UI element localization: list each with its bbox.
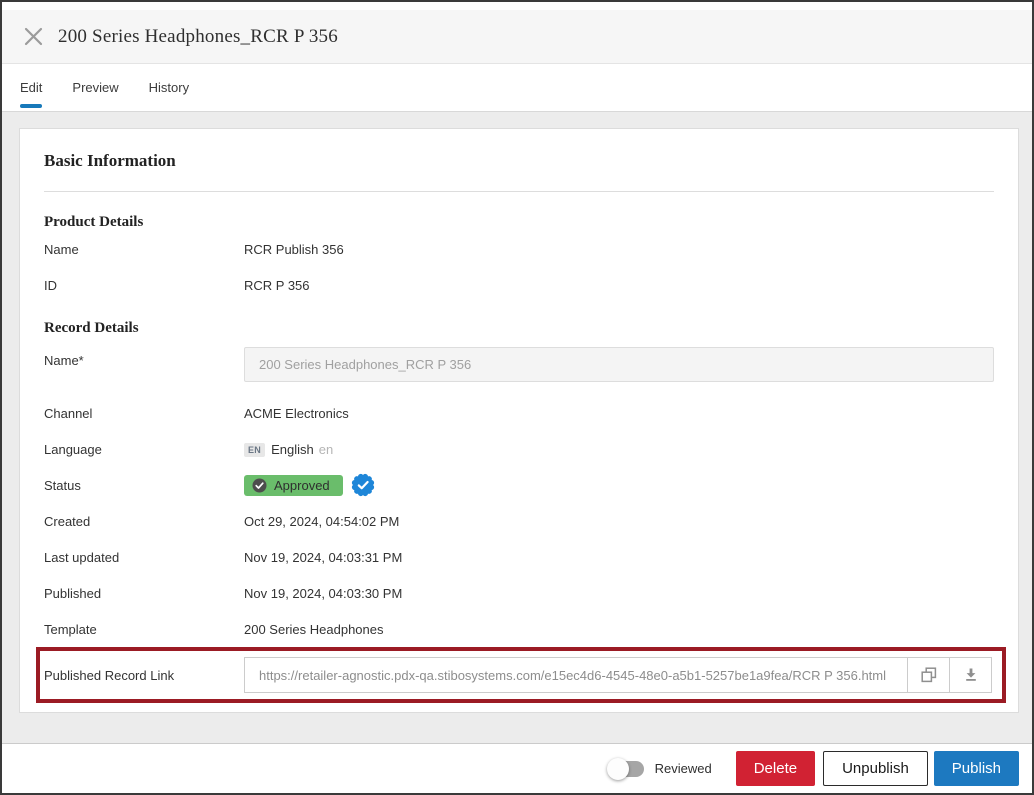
row-template: Template 200 Series Headphones [44,611,994,647]
window-top-strip [2,2,1032,10]
row-product-name: Name RCR Publish 356 [44,231,994,267]
field-value: Nov 19, 2024, 04:03:31 PM [244,550,402,565]
published-link-input[interactable] [245,658,907,692]
check-circle-icon [252,478,267,493]
publish-button[interactable]: Publish [934,751,1019,786]
language-flag-badge: EN [244,443,265,457]
tab-preview[interactable]: Preview [72,64,118,111]
status-text: Approved [274,478,330,493]
tab-edit[interactable]: Edit [20,64,42,111]
language-value: EN English en [244,442,333,457]
field-label: Created [44,514,244,529]
field-label: Name [44,242,244,257]
field-value: ACME Electronics [244,406,349,421]
row-channel: Channel ACME Electronics [44,395,994,431]
field-label: Language [44,442,244,457]
template-link[interactable]: 200 Series Headphones [244,622,384,637]
divider [44,191,994,192]
field-value: RCR P 356 [244,278,310,293]
field-value: Oct 29, 2024, 04:54:02 PM [244,514,399,529]
row-last-updated: Last updated Nov 19, 2024, 04:03:31 PM [44,539,994,575]
reviewed-toggle[interactable] [607,758,647,780]
page-title: 200 Series Headphones_RCR P 356 [58,26,338,48]
field-label: Name* [44,347,244,368]
close-button[interactable] [22,26,44,48]
section-heading-record-details: Record Details [44,320,994,337]
row-created: Created Oct 29, 2024, 04:54:02 PM [44,503,994,539]
section-heading-product-details: Product Details [44,214,994,231]
unpublish-button[interactable]: Unpublish [823,751,928,786]
verified-seal-icon [351,473,375,497]
toggle-knob[interactable] [607,758,629,780]
field-value: Nov 19, 2024, 04:03:30 PM [244,586,402,601]
basic-information-card: Basic Information Product Details Name R… [19,128,1019,713]
row-published: Published Nov 19, 2024, 04:03:30 PM [44,575,994,611]
row-status: Status Approved [44,467,994,503]
published-link-input-group [244,657,992,693]
field-label: Template [44,622,244,637]
download-link-button[interactable] [949,658,991,692]
reviewed-label: Reviewed [655,761,712,776]
tab-bar: Edit Preview History [2,64,1032,112]
field-label: Published [44,586,244,601]
row-language: Language EN English en [44,431,994,467]
record-name-input[interactable] [244,347,994,382]
published-record-link-row: Published Record Link [36,647,1006,703]
field-label: Channel [44,406,244,421]
field-label: Status [44,478,244,493]
card-title: Basic Information [44,151,994,171]
copy-link-button[interactable] [907,658,949,692]
delete-button[interactable]: Delete [736,751,815,786]
field-label: Last updated [44,550,244,565]
field-value: RCR Publish 356 [244,242,344,257]
copy-icon [921,667,937,683]
row-record-name: Name* [44,347,994,382]
tab-history[interactable]: History [149,64,189,111]
dialog-header: 200 Series Headphones_RCR P 356 [2,10,1032,64]
field-label: Published Record Link [44,668,244,683]
reviewed-toggle-group: Reviewed [607,758,712,780]
status-value: Approved [244,473,375,497]
download-icon [963,667,979,683]
close-icon [24,27,43,46]
dialog-body: Basic Information Product Details Name R… [2,112,1032,743]
dialog-footer: Reviewed Delete Unpublish Publish [2,743,1032,793]
language-name: English [271,442,314,457]
row-product-id: ID RCR P 356 [44,267,994,303]
language-code: en [319,442,333,457]
status-badge: Approved [244,475,343,496]
field-label: ID [44,278,244,293]
